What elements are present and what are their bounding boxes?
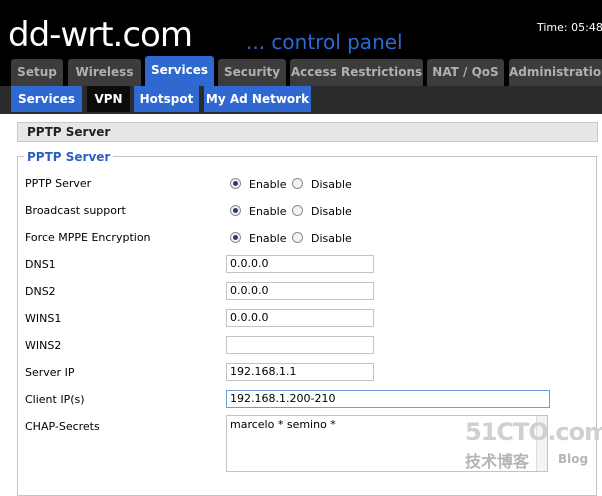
subtab-vpn[interactable]: VPN xyxy=(87,86,130,112)
tab-security[interactable]: Security xyxy=(218,59,286,86)
subtab-services[interactable]: Services xyxy=(11,86,82,112)
sub-tabs: Services VPN Hotspot My Ad Network xyxy=(0,86,602,114)
mppe-disable-label[interactable]: Disable xyxy=(311,232,352,245)
dd-wrt-logo[interactable]: dd-wrt.com xyxy=(8,15,193,55)
pptp-server-enable-radio[interactable] xyxy=(230,178,241,189)
dns1-label: DNS1 xyxy=(25,258,56,271)
pptp-server-label: PPTP Server xyxy=(25,177,92,190)
tab-administration[interactable]: Administration xyxy=(509,59,602,86)
tab-services[interactable]: Services xyxy=(145,56,214,86)
tab-wireless[interactable]: Wireless xyxy=(68,59,141,86)
watermark-blog: Blog xyxy=(558,452,589,466)
watermark-main: 51CTO.com xyxy=(465,418,602,446)
section-title: PPTP Server xyxy=(17,122,598,142)
mppe-enable-radio[interactable] xyxy=(230,232,241,243)
tab-setup[interactable]: Setup xyxy=(11,59,63,86)
subtab-my-ad-network[interactable]: My Ad Network xyxy=(204,86,311,112)
pptp-server-disable-label[interactable]: Disable xyxy=(311,178,352,191)
broadcast-disable-radio[interactable] xyxy=(292,205,303,216)
broadcast-enable-label[interactable]: Enable xyxy=(249,205,286,218)
tab-nat-qos[interactable]: NAT / QoS xyxy=(427,59,504,86)
wins2-input[interactable] xyxy=(226,336,374,354)
main-content: PPTP Server PPTP Server PPTP Server Enab… xyxy=(0,114,602,496)
chap-secrets-label: CHAP-Secrets xyxy=(25,420,100,433)
tab-access-restrictions[interactable]: Access Restrictions xyxy=(290,59,423,86)
force-mppe-label: Force MPPE Encryption xyxy=(25,231,151,244)
mppe-enable-label[interactable]: Enable xyxy=(249,232,286,245)
wins2-label: WINS2 xyxy=(25,339,62,352)
dns2-label: DNS2 xyxy=(25,285,56,298)
wins1-input[interactable]: 0.0.0.0 xyxy=(226,309,374,327)
client-ips-label: Client IP(s) xyxy=(25,393,85,406)
dns2-input[interactable]: 0.0.0.0 xyxy=(226,282,374,300)
chap-secrets-text: marcelo * semino * xyxy=(230,418,336,431)
wins1-label: WINS1 xyxy=(25,312,62,325)
broadcast-enable-radio[interactable] xyxy=(230,205,241,216)
fieldset-legend: PPTP Server xyxy=(24,150,114,164)
dns1-input[interactable]: 0.0.0.0 xyxy=(226,255,374,273)
pptp-server-disable-radio[interactable] xyxy=(292,178,303,189)
mppe-disable-radio[interactable] xyxy=(292,232,303,243)
time-display: Time: 05:48: xyxy=(537,21,602,34)
server-ip-input[interactable]: 192.168.1.1 xyxy=(226,363,374,381)
server-ip-label: Server IP xyxy=(25,366,75,379)
main-tabs: Setup Wireless Services Security Access … xyxy=(0,56,602,86)
broadcast-support-label: Broadcast support xyxy=(25,204,126,217)
subtab-hotspot[interactable]: Hotspot xyxy=(134,86,199,112)
control-panel-tagline: ... control panel xyxy=(246,30,403,54)
watermark-sub: 技术博客 xyxy=(465,452,530,471)
client-ips-input[interactable]: 192.168.1.200-210 xyxy=(226,390,550,408)
pptp-server-enable-label[interactable]: Enable xyxy=(249,178,286,191)
broadcast-disable-label[interactable]: Disable xyxy=(311,205,352,218)
header: dd-wrt.com ... control panel Time: 05:48… xyxy=(0,0,602,86)
